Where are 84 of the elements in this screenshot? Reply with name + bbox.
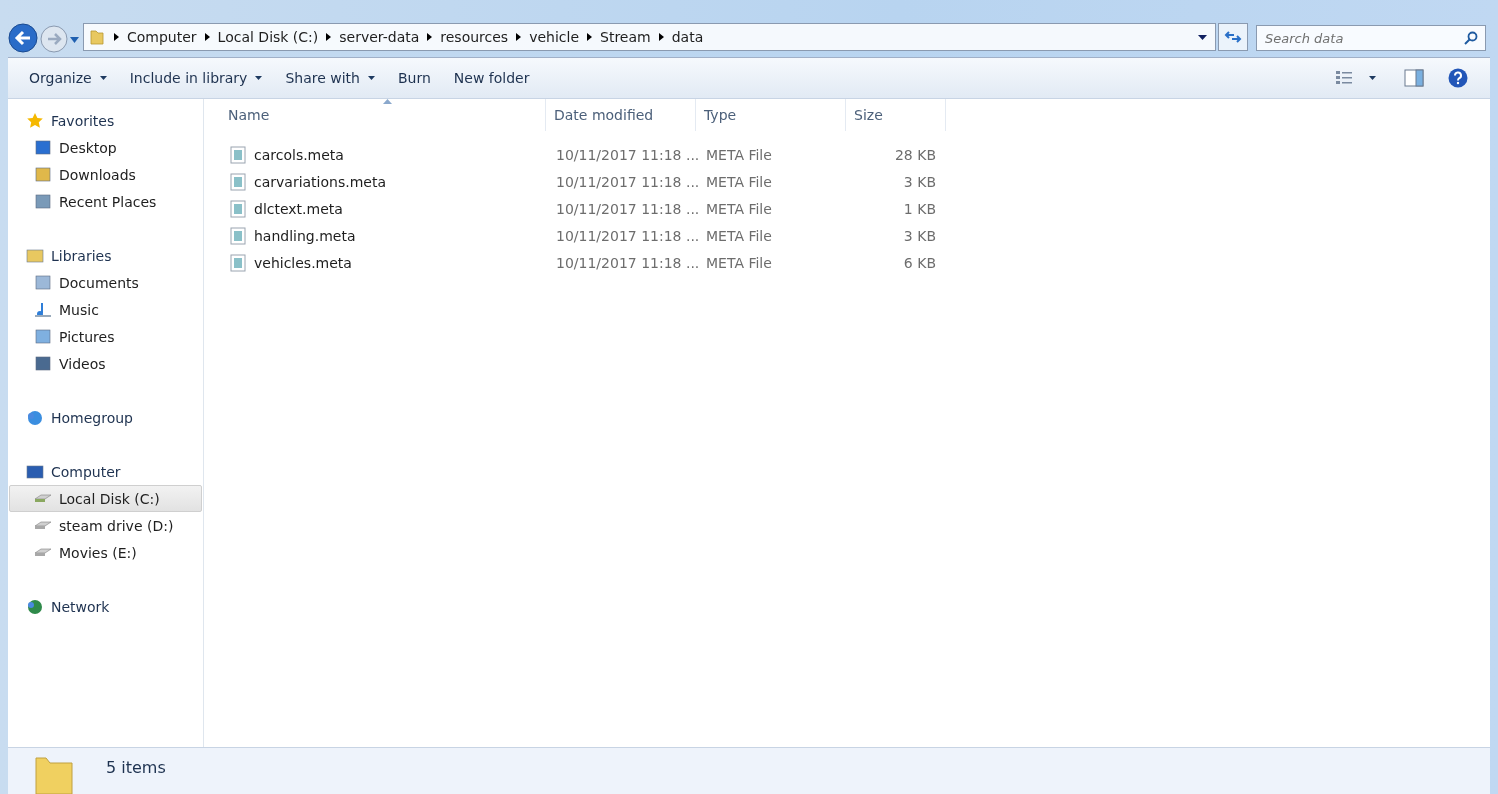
- table-cell: META File: [706, 173, 772, 190]
- drive-icon: [34, 548, 52, 557]
- nav-section[interactable]: Computer: [9, 458, 202, 485]
- breadcrumb[interactable]: Stream: [600, 29, 651, 45]
- nav-item[interactable]: Desktop: [9, 134, 202, 161]
- address-bar[interactable]: Computer Local Disk (C:) server-data resources vehicle Stream data: [83, 23, 1216, 51]
- nav-section[interactable]: Network: [9, 593, 202, 620]
- drive-icon: [34, 521, 52, 530]
- table-cell: META File: [706, 254, 772, 271]
- systemdrive-icon: [34, 494, 52, 503]
- file-name[interactable]: carvariations.meta: [254, 173, 386, 190]
- file-name[interactable]: handling.meta: [254, 227, 356, 244]
- nav-item[interactable]: Pictures: [9, 323, 202, 350]
- dropdown-caret-icon[interactable]: [1198, 34, 1207, 40]
- toolbar-button[interactable]: Include in library: [122, 64, 279, 92]
- toolbar-button[interactable]: New folder: [446, 64, 546, 92]
- table-cell: 28 KB: [894, 146, 936, 163]
- breadcrumb[interactable]: vehicle: [529, 29, 580, 45]
- refresh-arrows-icon: [1224, 30, 1242, 44]
- breadcrumb[interactable]: resources: [440, 29, 509, 45]
- nav-item[interactable]: Music: [9, 296, 202, 323]
- nav-item[interactable]: Documents: [9, 269, 202, 296]
- chevron-icon[interactable]: [114, 33, 119, 41]
- chevron-icon[interactable]: [516, 33, 522, 41]
- breadcrumb[interactable]: server-data: [339, 29, 420, 45]
- nav-item[interactable]: Videos: [9, 350, 202, 377]
- column-header[interactable]: Name: [220, 99, 546, 131]
- folder-icon: [34, 754, 74, 794]
- table-cell: 3 KB: [903, 173, 936, 190]
- folder-icon: [90, 29, 104, 45]
- nav-item[interactable]: Local Disk (C:): [9, 485, 202, 512]
- nav-item[interactable]: Downloads: [9, 161, 202, 188]
- column-header[interactable]: Size: [846, 99, 946, 131]
- breadcrumb[interactable]: Local Disk (C:): [217, 29, 319, 45]
- breadcrumb[interactable]: data: [671, 29, 704, 45]
- star-icon: [26, 111, 44, 130]
- help-icon: [1448, 68, 1468, 88]
- table-cell: 10/11/2017 11:18 ...: [556, 200, 700, 217]
- file-icon: [230, 199, 246, 218]
- back-button[interactable]: [8, 23, 38, 53]
- column-header[interactable]: Type: [696, 99, 846, 131]
- refresh-button[interactable]: [1218, 23, 1248, 51]
- table-cell: META File: [706, 200, 772, 217]
- search-icon[interactable]: [1464, 31, 1478, 45]
- table-cell: 6 KB: [903, 254, 936, 271]
- file-name[interactable]: dlctext.meta: [254, 200, 343, 217]
- chevron-icon[interactable]: [658, 33, 664, 41]
- table-cell: META File: [706, 227, 772, 244]
- music-icon: [34, 300, 52, 319]
- nav-section[interactable]: Favorites: [9, 107, 202, 134]
- toolbar-button[interactable]: Burn: [390, 64, 447, 92]
- nav-item[interactable]: Movies (E:): [9, 539, 202, 566]
- chevron-icon[interactable]: [326, 33, 332, 41]
- chevron-icon[interactable]: [204, 33, 210, 41]
- file-icon: [230, 226, 246, 245]
- table-cell: 10/11/2017 11:18 ...: [556, 146, 700, 163]
- file-name[interactable]: carcols.meta: [254, 146, 344, 163]
- caret-icon: [99, 76, 107, 80]
- nav-section[interactable]: Homegroup: [9, 404, 202, 431]
- recent-pages-caret-icon[interactable]: [70, 37, 79, 43]
- toolbar-button[interactable]: Share with: [278, 64, 391, 92]
- preview-pane-icon: [1404, 69, 1424, 87]
- table-cell: 3 KB: [903, 227, 936, 244]
- table-cell: 10/11/2017 11:18 ...: [556, 173, 700, 190]
- table-cell: META File: [706, 146, 772, 163]
- file-icon: [230, 145, 246, 164]
- item-count: 5 items: [106, 758, 166, 777]
- caret-icon: [367, 76, 375, 80]
- file-icon: [230, 172, 246, 191]
- file-icon: [230, 253, 246, 272]
- chevron-icon[interactable]: [427, 33, 433, 41]
- nav-item[interactable]: steam drive (D:): [9, 512, 202, 539]
- table-cell: 10/11/2017 11:18 ...: [556, 254, 700, 271]
- table-cell: 1 KB: [903, 200, 936, 217]
- nav-section[interactable]: Libraries: [9, 242, 202, 269]
- toolbar-button[interactable]: Organize: [22, 64, 123, 92]
- table-cell: 10/11/2017 11:18 ...: [556, 227, 700, 244]
- nav-item[interactable]: Recent Places: [9, 188, 202, 215]
- search-field[interactable]: Search data: [1256, 25, 1486, 51]
- column-header[interactable]: Date modified: [546, 99, 696, 131]
- file-name[interactable]: vehicles.meta: [254, 254, 352, 271]
- caret-icon: [255, 76, 263, 80]
- chevron-icon[interactable]: [587, 33, 593, 41]
- breadcrumb[interactable]: Computer: [127, 29, 197, 45]
